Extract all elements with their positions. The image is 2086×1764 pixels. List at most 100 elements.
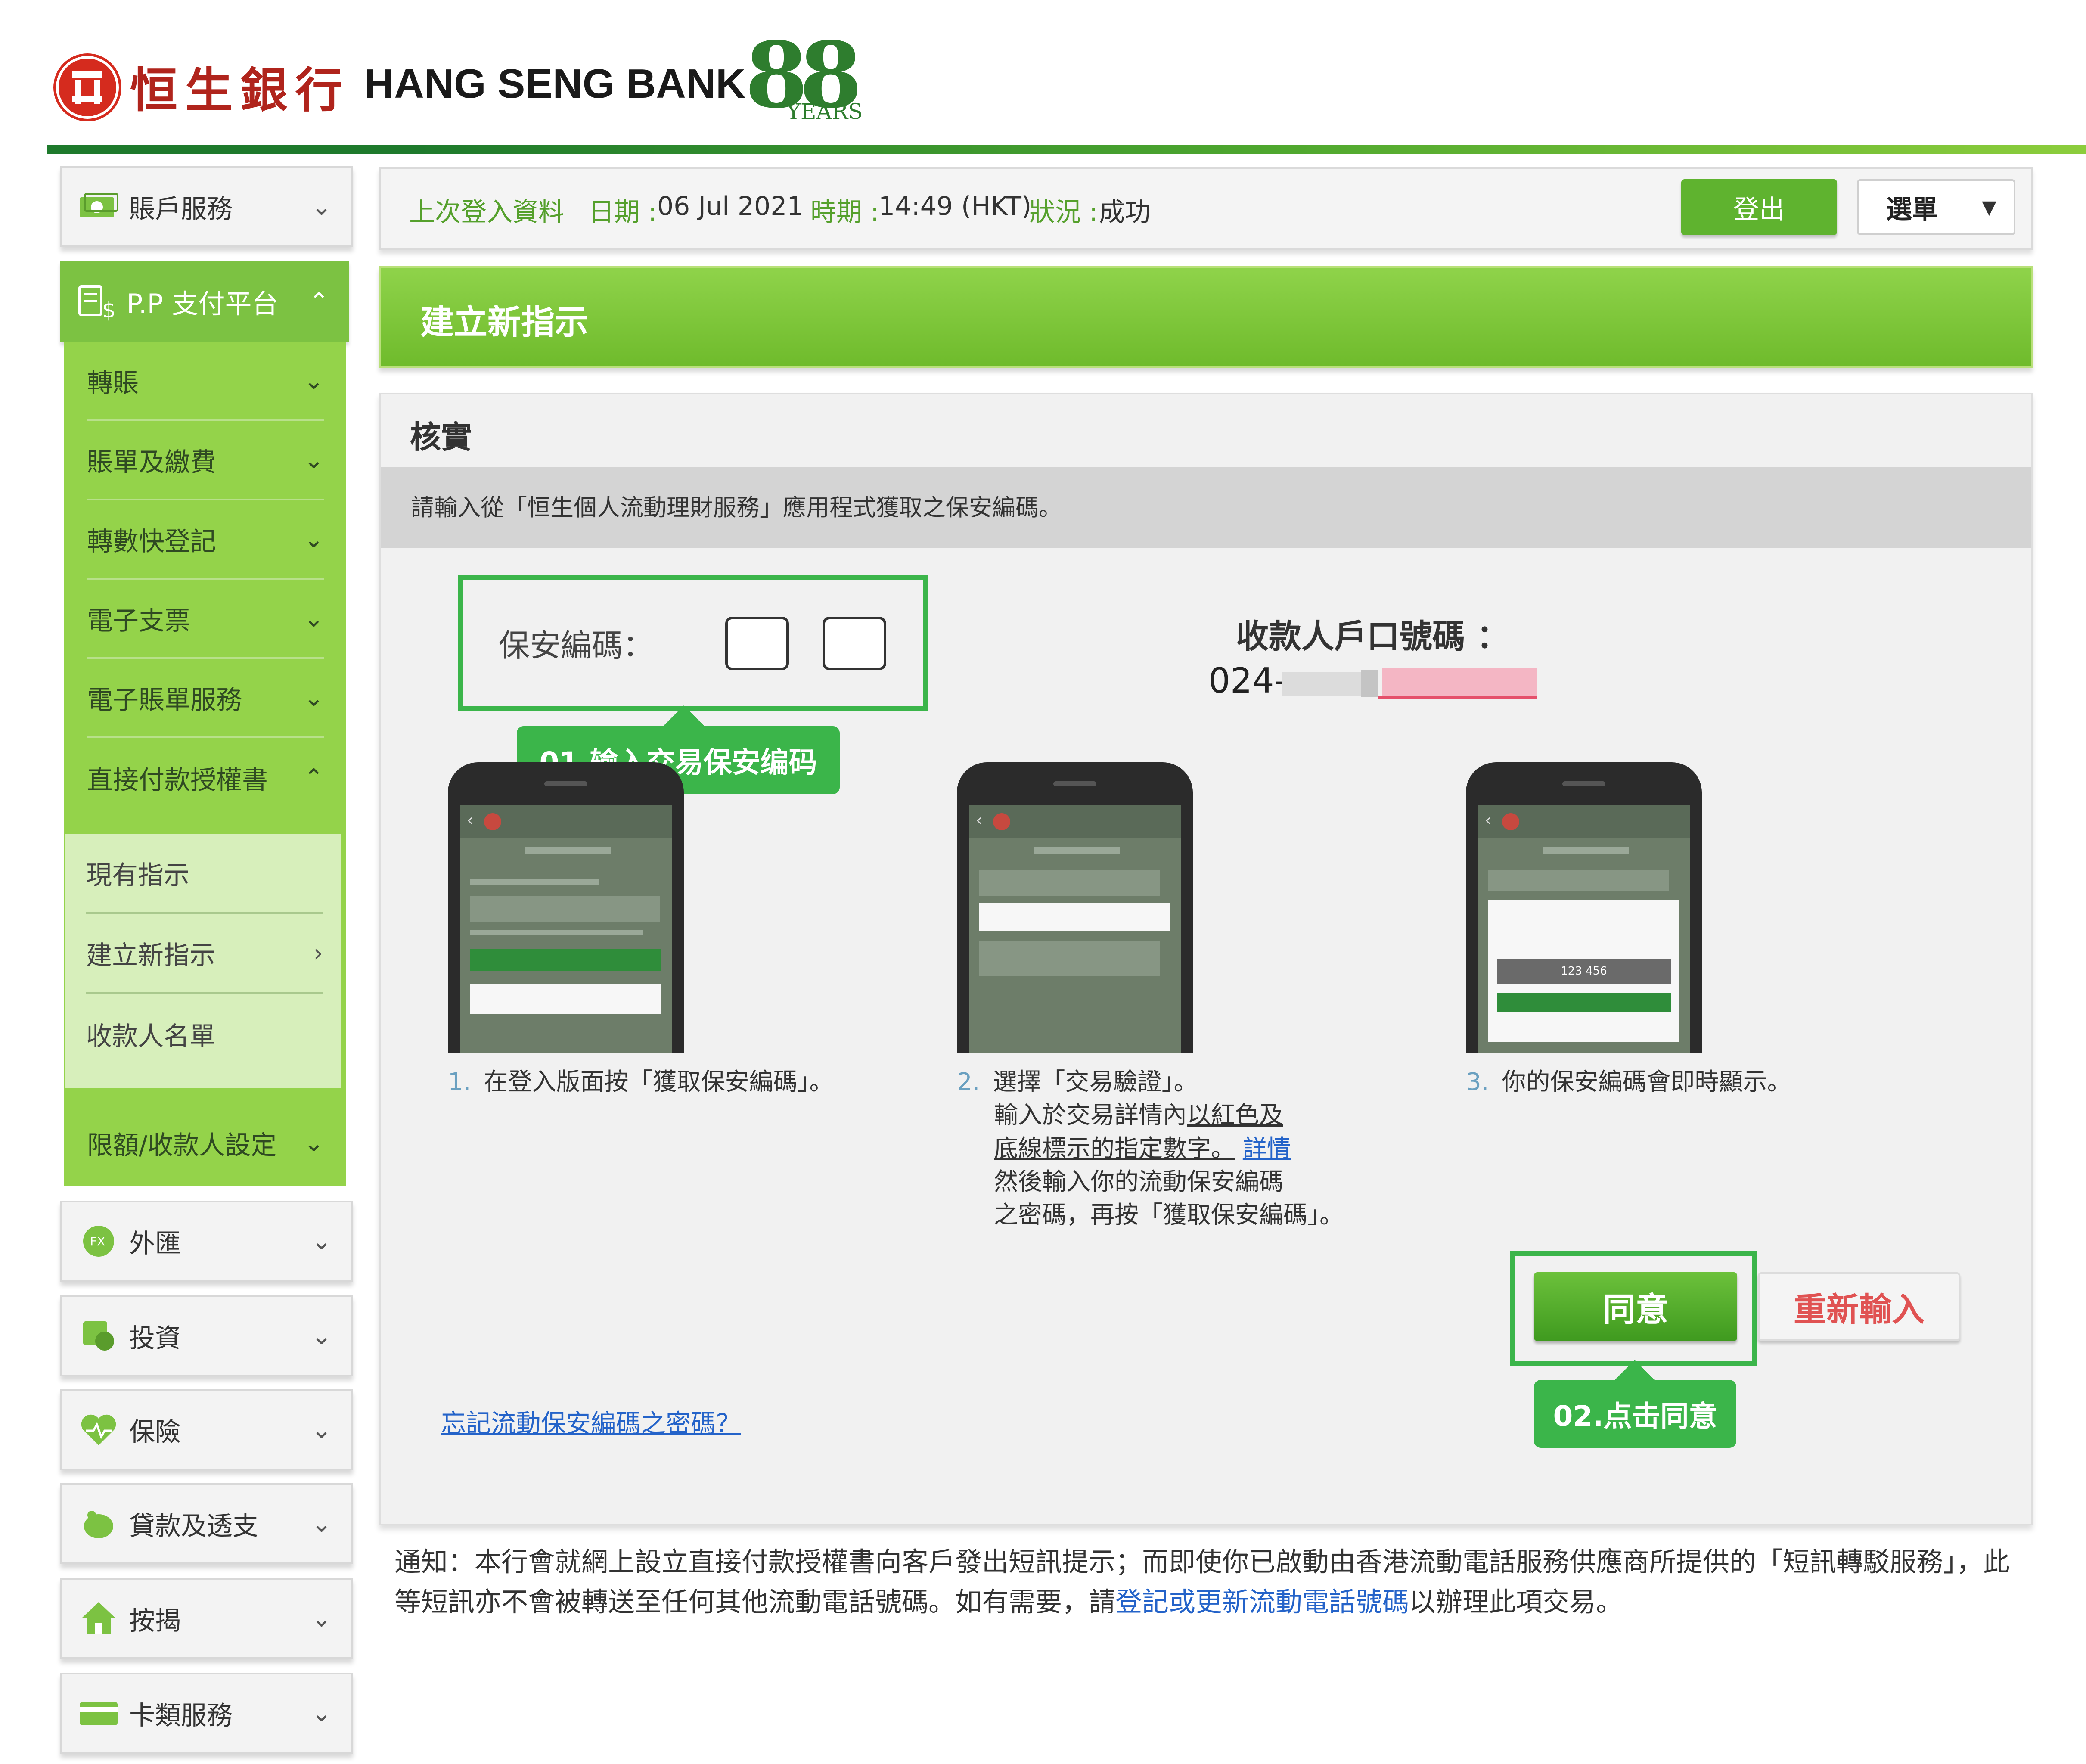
- page-title: 建立新指示: [420, 303, 589, 342]
- status-label: 狀況 :: [1029, 197, 1098, 227]
- phone-illustration-step-3: ‹ 123 456: [1466, 762, 1702, 1053]
- sidebar-item-label: 限額/收款人設定: [87, 1130, 277, 1161]
- time-label: 時期 :: [810, 197, 879, 227]
- sidebar-item-account-services[interactable]: 賬戶服務 ⌄: [60, 166, 353, 247]
- phone-screen: ‹: [969, 805, 1181, 1053]
- step-3-text: 3. 你的保安編碼會即時顯示。: [1466, 1065, 1791, 1099]
- status-value: 成功: [1099, 197, 1151, 227]
- sidebar-item-existing-instructions[interactable]: 現有指示: [86, 834, 323, 914]
- agree-button[interactable]: 同意: [1534, 1272, 1737, 1341]
- chevron-right-icon: ›: [313, 939, 323, 967]
- sidebar-item-bills[interactable]: 賬單及繳費 ⌄: [87, 421, 324, 500]
- step-1-text: 1. 在登入版面按「獲取保安編碼」。: [448, 1065, 833, 1099]
- time-value: 14:49 (HKT): [878, 191, 1032, 221]
- forgot-password-link[interactable]: 忘記流動保安編碼之密碼？: [441, 1403, 741, 1439]
- menu-dropdown[interactable]: 選單 ▼: [1857, 179, 2015, 235]
- sidebar-item-pp-platform[interactable]: $ P.P 支付平台 ⌃: [60, 261, 349, 342]
- section-title: 核實: [410, 419, 472, 455]
- masked-digits: [1282, 672, 1369, 696]
- step-description: 底線標示的指定數字。: [994, 1134, 1235, 1163]
- investment-icon: [75, 1312, 122, 1360]
- back-icon: ‹: [976, 811, 983, 829]
- back-icon: ‹: [1485, 811, 1492, 829]
- hang-seng-logo-icon: [1502, 813, 1519, 830]
- sidebar-item-label: 電子賬單服務: [87, 685, 242, 715]
- sidebar-item-fps[interactable]: 轉數快登記 ⌄: [87, 500, 324, 580]
- logout-button[interactable]: 登出: [1681, 179, 1837, 235]
- chevron-down-icon: ⌄: [311, 1699, 332, 1727]
- direct-debit-submenu: 現有指示 建立新指示 › 收款人名單: [65, 834, 341, 1088]
- security-code-input-2[interactable]: [823, 617, 886, 670]
- anniversary-text: YEARS: [786, 99, 863, 124]
- sidebar-item-label: 卡類服務: [129, 1700, 233, 1731]
- sidebar-item-label: 轉數快登記: [87, 526, 216, 557]
- sidebar-item-label: 轉賬: [87, 368, 139, 398]
- hang-seng-logo-icon: [484, 813, 501, 830]
- sidebar-item-loans[interactable]: 貸款及透支 ⌄: [60, 1483, 353, 1564]
- sidebar-item-label: 外匯: [129, 1228, 181, 1259]
- phone-speaker: [1562, 781, 1605, 786]
- sidebar-item-label: 賬單及繳費: [87, 447, 216, 478]
- step-number: 3.: [1466, 1068, 1489, 1096]
- security-code-input-1[interactable]: [725, 617, 789, 670]
- sidebar-item-direct-debit[interactable]: 直接付款授權書 ⌃: [87, 738, 324, 817]
- phone-illustration-step-2: ‹: [957, 762, 1193, 1053]
- money-icon: [75, 183, 122, 230]
- card-icon: [75, 1689, 122, 1737]
- svg-text:$: $: [102, 298, 116, 321]
- pp-payment-icon: $: [73, 278, 121, 325]
- loan-icon: [75, 1500, 122, 1547]
- chevron-down-icon: ⌄: [304, 604, 324, 633]
- caret-down-icon: ▼: [1982, 196, 1996, 218]
- insurance-icon: [75, 1406, 122, 1453]
- hang-seng-logo-icon: [53, 53, 121, 121]
- sidebar-item-investment[interactable]: 投資 ⌄: [60, 1295, 353, 1376]
- sidebar-item-label: 收款人名單: [86, 1021, 215, 1052]
- header-divider: [47, 145, 2086, 154]
- sidebar-item-label: 現有指示: [86, 860, 189, 891]
- chevron-up-icon: ⌃: [309, 287, 329, 316]
- notice-text: 以辦理此項交易。: [1409, 1586, 1623, 1618]
- callout-step-2: 02.点击同意: [1534, 1380, 1736, 1448]
- chevron-down-icon: ⌄: [304, 1129, 324, 1157]
- sidebar-item-mortgage[interactable]: 按揭 ⌄: [60, 1578, 353, 1659]
- security-code-label: 保安編碼：: [499, 627, 654, 664]
- chevron-down-icon: ⌄: [311, 193, 332, 221]
- brand-name-en: HANG SENG BANK: [364, 61, 746, 107]
- sidebar-item-transfer[interactable]: 轉賬 ⌄: [87, 342, 324, 421]
- phone-speaker: [544, 781, 587, 786]
- svg-text:FX: FX: [90, 1234, 105, 1248]
- phone-speaker: [1053, 781, 1096, 786]
- chevron-down-icon: ⌄: [311, 1509, 332, 1538]
- callout-pointer: [663, 705, 705, 726]
- menu-label: 選單: [1886, 194, 1938, 225]
- chevron-down-icon: ⌄: [304, 366, 324, 395]
- reset-button[interactable]: 重新輸入: [1758, 1272, 1960, 1341]
- sms-notice: 通知：本行會就網上設立直接付款授權書向客戶發出短訊提示；而即使你已啟動由香港流動…: [394, 1542, 2031, 1622]
- sidebar-item-label: 按揭: [129, 1606, 181, 1636]
- last-login-label: 上次登入資料: [409, 197, 564, 227]
- step-description: 然後輸入你的流動保安編碼: [994, 1168, 1283, 1196]
- chevron-down-icon: ⌄: [304, 525, 324, 553]
- sidebar-item-payee-list[interactable]: 收款人名單: [86, 994, 323, 1074]
- step-description: 輸入於交易詳情內: [994, 1101, 1187, 1130]
- chevron-down-icon: ⌄: [311, 1604, 332, 1633]
- chevron-down-icon: ⌄: [311, 1322, 332, 1350]
- chevron-down-icon: ⌄: [311, 1227, 332, 1255]
- sidebar-item-limit-settings[interactable]: 限額/收款人設定 ⌄: [87, 1103, 324, 1183]
- sidebar-item-insurance[interactable]: 保險 ⌄: [60, 1389, 353, 1470]
- step-description: 以紅色及: [1187, 1101, 1283, 1130]
- step-number: 2.: [957, 1068, 980, 1096]
- sidebar-item-cards[interactable]: 卡類服務 ⌄: [60, 1673, 353, 1754]
- step-description: 選擇「交易驗證」。: [993, 1068, 1198, 1096]
- step-description: 你的保安編碼會即時顯示。: [1502, 1068, 1791, 1096]
- page-title-bar: 建立新指示: [379, 266, 2033, 368]
- sidebar-item-new-instruction[interactable]: 建立新指示 ›: [86, 914, 323, 994]
- step-number: 1.: [448, 1068, 471, 1096]
- details-link[interactable]: 詳情: [1243, 1135, 1291, 1163]
- update-mobile-link[interactable]: 登記或更新流動電話號碼: [1115, 1586, 1409, 1618]
- sidebar-item-ebill[interactable]: 電子賬單服務 ⌄: [87, 659, 324, 738]
- back-icon: ‹: [467, 811, 474, 829]
- sidebar-item-fx[interactable]: FX 外匯 ⌄: [60, 1201, 353, 1282]
- sidebar-item-echeque[interactable]: 電子支票 ⌄: [87, 580, 324, 659]
